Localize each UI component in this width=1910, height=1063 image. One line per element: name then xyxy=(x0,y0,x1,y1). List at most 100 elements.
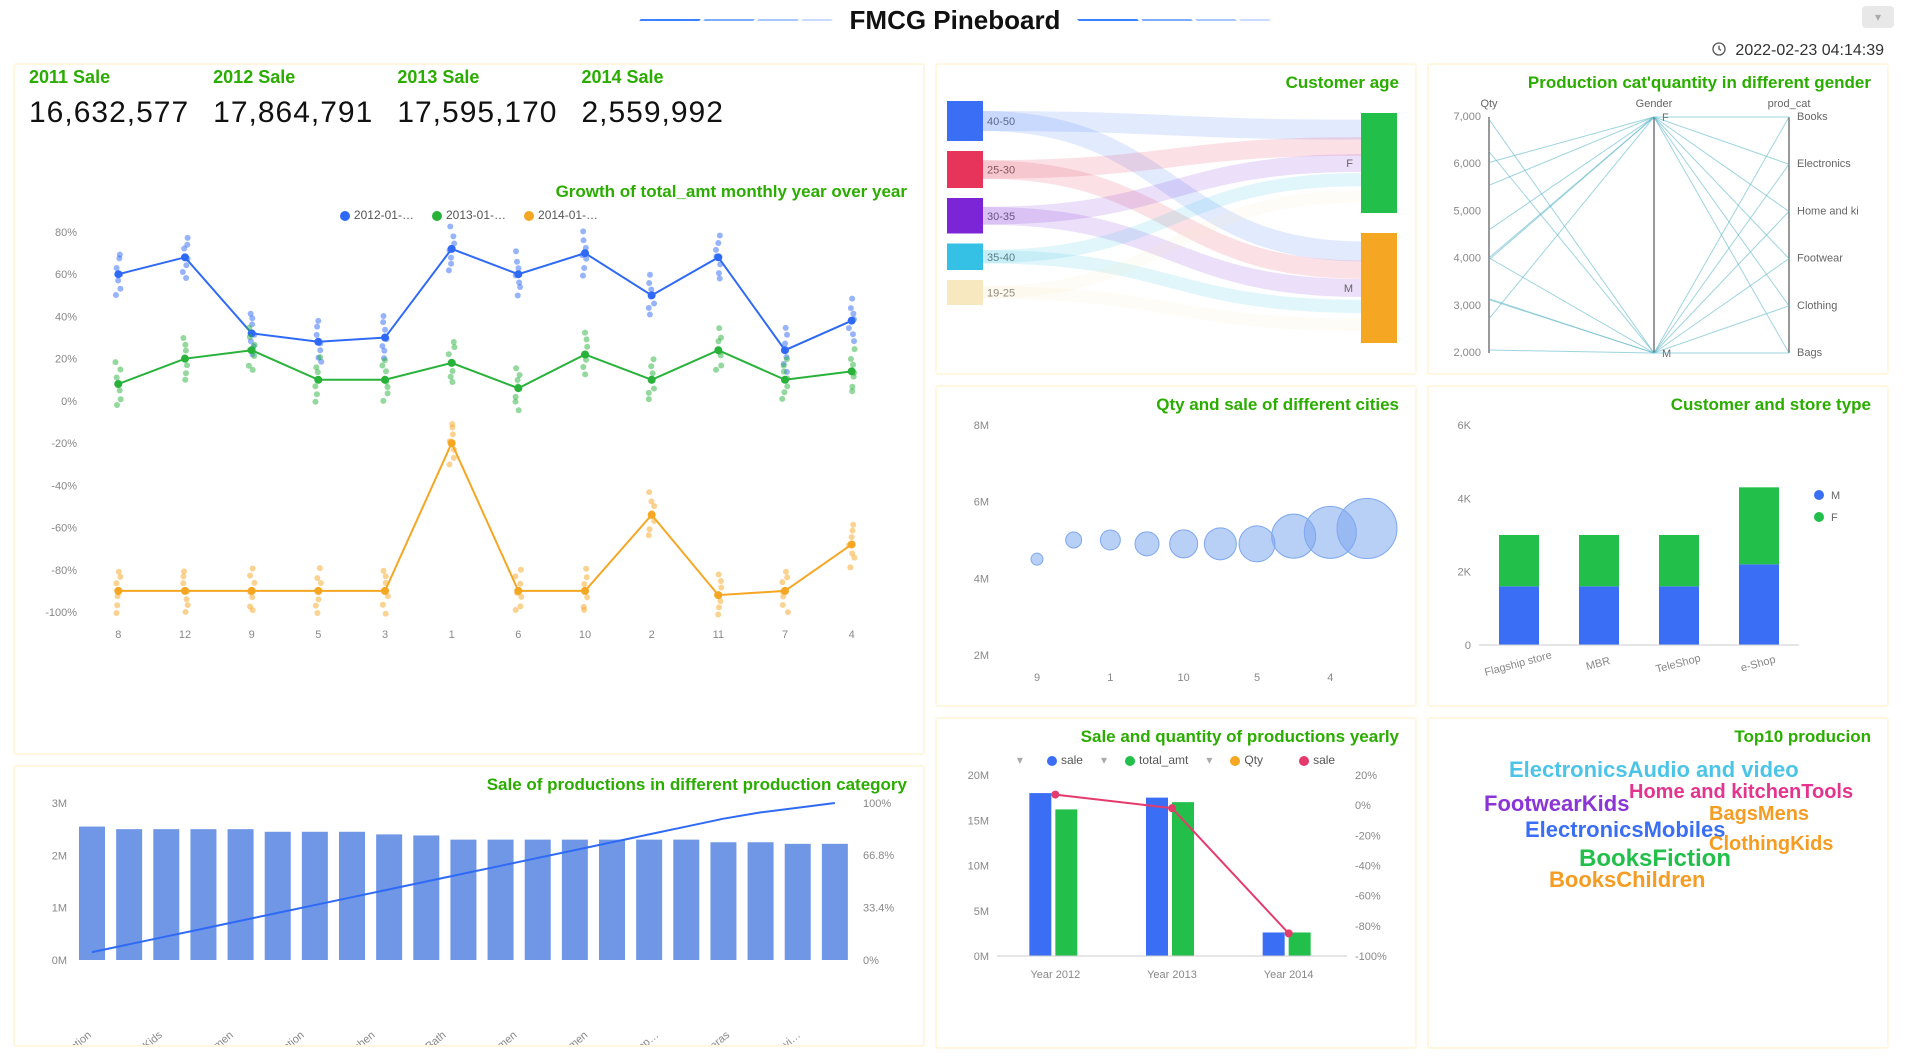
svg-text:M: M xyxy=(1344,283,1353,295)
svg-text:20%: 20% xyxy=(1355,770,1377,782)
svg-text:5,000: 5,000 xyxy=(1453,205,1481,217)
yearly-legend: ▾ sale ▾ total_amt ▾ Qty sale xyxy=(937,747,1415,767)
svg-text:8: 8 xyxy=(115,629,121,641)
header: FMCG Pineboard ▾ xyxy=(0,0,1910,40)
svg-text:6: 6 xyxy=(515,629,521,641)
svg-text:MBR: MBR xyxy=(1585,655,1612,673)
svg-text:5: 5 xyxy=(1254,672,1260,684)
svg-text:4K: 4K xyxy=(1458,493,1472,505)
kpi-row: 2011 Sale16,632,577 2012 Sale17,864,791 … xyxy=(15,65,923,144)
svg-text:2,000: 2,000 xyxy=(1453,347,1481,359)
svg-text:0%: 0% xyxy=(1355,800,1371,812)
word-home-and-kitchentools[interactable]: Home and kitchenTools xyxy=(1629,781,1853,804)
svg-text:4: 4 xyxy=(849,629,855,641)
age-sankey[interactable]: 40-5025-3030-3535-4019-25FM xyxy=(937,93,1415,368)
svg-text:60%: 60% xyxy=(55,269,77,281)
svg-text:4: 4 xyxy=(1327,672,1333,684)
svg-text:BooksNon-Fiction: BooksNon-Fiction xyxy=(232,1029,306,1045)
store-chart[interactable]: 02K4K6KFlagship storeMBRTeleShope-ShopMF xyxy=(1429,415,1887,700)
svg-text:20M: 20M xyxy=(968,770,989,782)
svg-text:e-Shop: e-Shop xyxy=(1740,654,1777,675)
svg-text:BooksFiction: BooksFiction xyxy=(38,1029,94,1045)
svg-text:3M: 3M xyxy=(52,798,67,810)
svg-text:Electronics: Electronics xyxy=(1797,158,1851,170)
svg-text:ElectronicsCameras: ElectronicsCameras xyxy=(649,1029,732,1045)
cities-bubble[interactable]: 2M4M6M8M911054 xyxy=(937,415,1415,700)
store-panel: Customer and store type 02K4K6KFlagship … xyxy=(1428,386,1888,706)
svg-text:Bags: Bags xyxy=(1797,347,1823,359)
svg-text:ClothingWomen: ClothingWomen xyxy=(168,1029,236,1045)
svg-text:prod_cat: prod_cat xyxy=(1768,98,1811,110)
pcat-gender-title: Production cat'quantity in different gen… xyxy=(1429,65,1887,93)
svg-text:Qty: Qty xyxy=(1480,98,1498,110)
svg-text:4,000: 4,000 xyxy=(1453,253,1481,265)
age-title: Customer age xyxy=(937,65,1415,93)
top10-wordcloud[interactable]: ElectronicsAudio and videoHome and kitch… xyxy=(1429,747,1887,957)
svg-text:Clothing: Clothing xyxy=(1797,300,1837,312)
svg-text:Year 2013: Year 2013 xyxy=(1147,969,1197,981)
settings-button[interactable]: ▾ xyxy=(1862,6,1894,28)
svg-text:10: 10 xyxy=(1178,672,1190,684)
svg-text:11: 11 xyxy=(713,629,724,641)
svg-text:6,000: 6,000 xyxy=(1453,158,1481,170)
svg-text:FootwearKids: FootwearKids xyxy=(106,1029,166,1045)
store-title: Customer and store type xyxy=(1429,387,1887,415)
svg-text:Footwear: Footwear xyxy=(1797,253,1843,265)
pcat-gender-panel: Production cat'quantity in different gen… xyxy=(1428,64,1888,374)
svg-text:0%: 0% xyxy=(61,396,77,408)
timestamp-bar: 2022-02-23 04:14:39 xyxy=(0,40,1910,64)
word-electronicsmobiles[interactable]: ElectronicsMobiles xyxy=(1525,817,1726,843)
svg-text:9: 9 xyxy=(249,629,255,641)
kpi-2013: 2013 Sale17,595,170 xyxy=(397,67,557,130)
svg-text:F: F xyxy=(1346,158,1353,170)
growth-chart[interactable]: -100%-80%-60%-40%-20%0%20%40%60%80%81295… xyxy=(15,222,923,652)
svg-text:7,000: 7,000 xyxy=(1453,111,1481,123)
svg-text:15M: 15M xyxy=(968,815,989,827)
svg-text:33.4%: 33.4% xyxy=(863,903,894,915)
kpi-2014: 2014 Sale2,559,992 xyxy=(581,67,723,130)
svg-text:2M: 2M xyxy=(52,850,67,862)
timestamp-text: 2022-02-23 04:14:39 xyxy=(1735,42,1884,60)
svg-text:6K: 6K xyxy=(1458,420,1472,432)
svg-text:12: 12 xyxy=(179,629,191,641)
svg-text:0: 0 xyxy=(1465,640,1471,652)
svg-text:-40%: -40% xyxy=(51,480,77,492)
svg-text:F: F xyxy=(1831,512,1838,524)
svg-text:6M: 6M xyxy=(974,497,989,509)
svg-text:9: 9 xyxy=(1034,672,1040,684)
word-electronicsaudio-and-video[interactable]: ElectronicsAudio and video xyxy=(1509,757,1799,783)
svg-text:Books: Books xyxy=(1797,111,1828,123)
svg-text:-20%: -20% xyxy=(1355,830,1381,842)
svg-text:-80%: -80% xyxy=(51,565,77,577)
svg-text:-80%: -80% xyxy=(1355,921,1381,933)
svg-text:66.8%: 66.8% xyxy=(863,850,894,862)
kpi-2012: 2012 Sale17,864,791 xyxy=(213,67,373,130)
svg-text:Year 2012: Year 2012 xyxy=(1030,969,1080,981)
svg-text:TeleShop: TeleShop xyxy=(1655,652,1702,675)
svg-text:Gender: Gender xyxy=(1636,98,1673,110)
yearly-chart[interactable]: 0M5M10M15M20M-100%-80%-60%-40%-20%0%20%Y… xyxy=(937,767,1415,997)
svg-text:3: 3 xyxy=(382,629,388,641)
svg-text:0M: 0M xyxy=(974,951,989,963)
kpi-growth-panel: 2011 Sale16,632,577 2012 Sale17,864,791 … xyxy=(14,64,924,754)
svg-text:1: 1 xyxy=(449,629,455,641)
clock-icon xyxy=(1711,41,1727,62)
svg-text:1: 1 xyxy=(1107,672,1113,684)
top10-panel: Top10 producion ElectronicsAudio and vid… xyxy=(1428,718,1888,1048)
word-bookschildren[interactable]: BooksChildren xyxy=(1549,867,1705,893)
growth-chart-title: Growth of total_amt monthly year over ye… xyxy=(15,174,923,202)
word-footwearkids[interactable]: FootwearKids xyxy=(1484,791,1629,817)
kpi-2011: 2011 Sale16,632,577 xyxy=(29,67,189,130)
prodcat-chart[interactable]: 0M1M2M3M0%33.4%66.8%100%BooksFictionFoot… xyxy=(15,795,923,1045)
age-panel: Customer age 40-5025-3030-3535-4019-25FM xyxy=(936,64,1416,374)
parallel-chart[interactable]: QtyGenderprod_cat2,0003,0004,0005,0006,0… xyxy=(1429,93,1887,368)
svg-text:10M: 10M xyxy=(968,861,989,873)
svg-text:BagsWomen: BagsWomen xyxy=(464,1029,520,1045)
svg-text:-60%: -60% xyxy=(51,523,77,535)
svg-text:0%: 0% xyxy=(863,955,879,967)
svg-text:-100%: -100% xyxy=(1355,951,1387,963)
top10-title: Top10 producion xyxy=(1429,719,1887,747)
decorative-lines-left xyxy=(640,19,832,21)
svg-text:Flagship store: Flagship store xyxy=(1483,649,1553,678)
svg-text:40%: 40% xyxy=(55,311,77,323)
